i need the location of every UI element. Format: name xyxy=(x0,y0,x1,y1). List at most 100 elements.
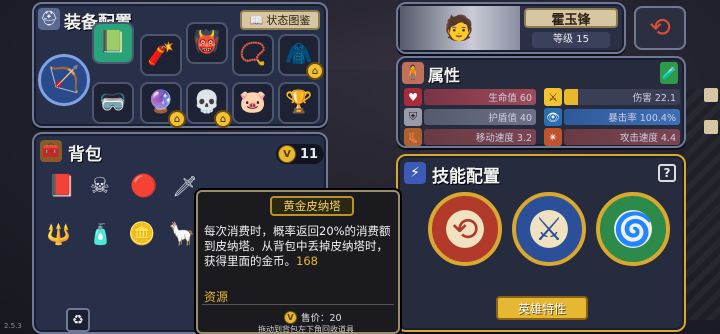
hero-trait-label: 英雄特性 xyxy=(517,301,566,316)
bag-item-1[interactable]: 📕 xyxy=(48,174,78,204)
hero-face-icon: 🧑 xyxy=(444,14,474,42)
equip-slot-6[interactable]: 🥽 xyxy=(92,82,134,124)
skills-title: 技能配置 xyxy=(432,167,500,187)
speed-value: 3.2 xyxy=(516,133,532,144)
tooltip-divider xyxy=(202,304,394,305)
oni-mask-icon: 👹 xyxy=(193,30,221,55)
bag-item-3[interactable]: 🔴 xyxy=(130,174,160,204)
atkspeed-label: 攻击速度 xyxy=(619,133,658,144)
sword-icon: ⚔ xyxy=(544,88,562,106)
hero-trait-button[interactable]: 英雄特性 xyxy=(496,296,588,320)
recycle-slot[interactable]: ♻ xyxy=(66,308,90,332)
tooltip-source: 资源 xyxy=(204,290,229,304)
cloak-icon: 🧥 xyxy=(285,42,313,67)
lock-badge-icon: ⌂ xyxy=(306,62,324,80)
bag-item-2[interactable]: ☠ xyxy=(90,174,120,204)
tooltip-hint: 拖动到背包左下角回收道具 xyxy=(258,325,354,334)
skills-panel: ⚡ 技能配置 ? ⟲ ⚔ 🌀 英雄特性 xyxy=(396,154,686,332)
potion-icon: 🧪 xyxy=(660,62,678,84)
weapon-slot[interactable]: 🏹 xyxy=(38,54,90,106)
hero-portrait: 🧑 xyxy=(400,6,520,50)
bag-item-5[interactable]: 🔱 xyxy=(46,222,76,252)
attributes-title: 属性 xyxy=(428,66,461,85)
stat-crit: 👁 暴击率 100.4% xyxy=(544,108,682,126)
claw-icon: ✴ xyxy=(544,128,562,146)
lightning-icon: ⚡ xyxy=(404,162,426,184)
atkspeed-value: 4.4 xyxy=(660,133,676,144)
damage-label: 伤害 xyxy=(632,93,652,104)
slash-skill-icon: ⟲ xyxy=(451,210,479,248)
bag-item-6[interactable]: 🧴 xyxy=(88,222,118,252)
tooltip-price: V 售价：20 xyxy=(284,310,342,324)
heart-icon: ♥ xyxy=(404,88,422,106)
skill-slot-3[interactable]: 🌀 xyxy=(596,192,670,266)
shield-label: 护盾值 xyxy=(488,113,517,124)
equip-slot-3[interactable]: 👹 xyxy=(186,22,228,64)
crit-label: 暴击率 xyxy=(608,113,637,124)
potion-bottle-icon: 🧴 xyxy=(88,222,113,246)
equip-slot-1[interactable]: 📗 xyxy=(92,22,134,64)
status-codex-button[interactable]: 📖 状态图鉴 xyxy=(240,10,320,30)
dagger-icon: 🗡 xyxy=(172,174,198,198)
backpack-title: 背包 xyxy=(68,145,102,165)
equip-slot-4[interactable]: 📿 xyxy=(232,34,274,76)
equip-slot-9[interactable]: 🐷 xyxy=(232,82,274,124)
body-icon: 🧍 xyxy=(402,62,424,84)
bag-item-7[interactable]: 🪙 xyxy=(128,222,158,252)
equip-slot-8[interactable]: 💀 ⌂ xyxy=(186,82,232,128)
stat-damage: ⚔ 伤害 22.1 xyxy=(544,88,682,106)
tooltip-desc-num: 168 xyxy=(296,254,318,268)
shield-icon: ⛨ xyxy=(404,108,422,126)
attributes-panel: 🧍 属性 🧪 ♥ 生命值 60 ⛨ 护盾值 40 👢 移动速度 3.2 ⚔ 伤害… xyxy=(396,56,686,148)
eye-icon: 👁 xyxy=(544,108,562,126)
edge-tab-1[interactable] xyxy=(704,88,718,102)
exit-icon: ⟲ xyxy=(649,13,671,43)
equip-slot-7[interactable]: 🔮 ⌂ xyxy=(140,82,186,128)
equipment-panel: ⛑ 装备配置 📖 状态图鉴 🏹 📗 🧨 👹 📿 🧥 ⌂ 🥽 🔮 ⌂ 💀 ⌂ 🐷 … xyxy=(32,2,328,128)
bow-icon: 🏹 xyxy=(47,65,81,95)
codex-icon: 📖 xyxy=(249,13,264,27)
gold-coin-item-icon: 🪙 xyxy=(128,222,156,247)
skill-slot-2[interactable]: ⚔ xyxy=(512,192,586,266)
gold-coin-icon: V xyxy=(278,145,296,163)
hp-label: 生命值 xyxy=(488,93,517,104)
damage-value: 22.1 xyxy=(654,93,676,104)
skull-icon: 💀 xyxy=(193,90,221,115)
orb-icon: 🔮 xyxy=(147,90,175,115)
price-coin-icon: V xyxy=(284,310,297,324)
cannon-icon: 🧨 xyxy=(147,42,175,67)
boot-icon: 👢 xyxy=(404,128,422,146)
tooltip-price-text: 售价：20 xyxy=(301,313,342,324)
equip-slot-5[interactable]: 🧥 ⌂ xyxy=(278,34,324,80)
damage-fill xyxy=(564,89,578,105)
spear-icon: 🔱 xyxy=(46,222,71,246)
blade-skill-icon: ⚔ xyxy=(534,210,564,248)
equip-slot-10[interactable]: 🏆 xyxy=(278,82,320,124)
hero-name: 霍玉锋 xyxy=(551,12,591,28)
gold-piggy-icon: 🐷 xyxy=(239,90,267,115)
status-codex-label: 状态图鉴 xyxy=(266,14,311,27)
tornado-skill-icon: 🌀 xyxy=(613,210,653,248)
stat-shield: ⛨ 护盾值 40 xyxy=(404,108,538,126)
bag-item-8[interactable]: 🦙 xyxy=(168,222,198,252)
hp-value: 60 xyxy=(519,93,532,104)
hero-level: 等级 15 xyxy=(532,32,610,48)
crit-value: 100.4% xyxy=(639,113,676,124)
speed-label: 移动速度 xyxy=(475,133,514,144)
item-tooltip: 黄金皮纳塔 每次消费时，概率返回20%的消费额到皮纳塔。从背包中丢掉皮纳塔时，获… xyxy=(196,190,400,334)
version-label: 2.5.3 xyxy=(4,322,22,330)
tooltip-description: 每次消费时，概率返回20%的消费额到皮纳塔。从背包中丢掉皮纳塔时，获得里面的金币… xyxy=(204,224,396,269)
exit-button[interactable]: ⟲ xyxy=(634,6,686,50)
stat-atkspeed: ✴ 攻击速度 4.4 xyxy=(544,128,682,146)
stat-hp: ♥ 生命值 60 xyxy=(404,88,538,106)
edge-tab-2[interactable] xyxy=(704,120,718,134)
equip-slot-2[interactable]: 🧨 xyxy=(140,34,182,76)
skull-book-icon: ☠ xyxy=(90,174,110,199)
tooltip-item-name: 黄金皮纳塔 xyxy=(270,196,354,216)
lock-badge-icon: ⌂ xyxy=(214,110,232,128)
red-orb-icon: 🔴 xyxy=(130,174,158,199)
skill-slot-1[interactable]: ⟲ xyxy=(428,192,502,266)
goggles-icon: 🥽 xyxy=(99,90,127,115)
help-button[interactable]: ? xyxy=(658,164,676,182)
gold-amount: 11 xyxy=(300,146,319,162)
